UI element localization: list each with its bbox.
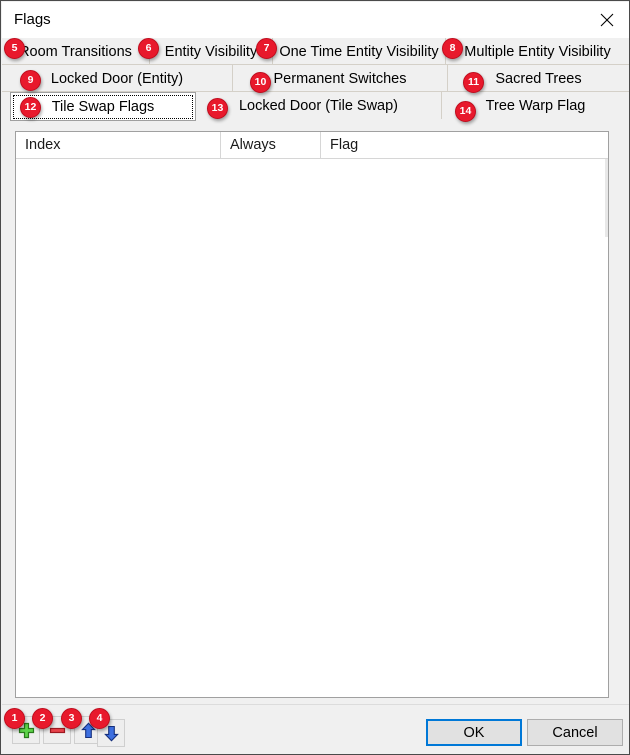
tab-entity-visibility[interactable]: Entity Visibility [150, 38, 273, 65]
tab-label: Tree Warp Flag [485, 97, 586, 114]
tab-label: Room Transitions [19, 43, 132, 60]
annotation-badge-12: 12 [20, 97, 41, 118]
title-bar: Flags [2, 2, 629, 38]
tab-label: Locked Door (Entity) [50, 70, 184, 87]
ok-button[interactable]: OK [426, 719, 522, 746]
tab-label: Permanent Switches [273, 70, 407, 87]
annotation-badge-3: 3 [61, 708, 82, 729]
annotation-badge-14: 14 [455, 101, 476, 122]
flags-list-view[interactable]: Index Always Flag [15, 131, 609, 698]
tab-label: Locked Door (Tile Swap) [238, 97, 399, 114]
tab-label: Sacred Trees [495, 70, 582, 87]
column-header-always[interactable]: Always [220, 132, 320, 158]
column-header-flag[interactable]: Flag [320, 132, 608, 158]
tab-multiple-entity-visibility[interactable]: Multiple Entity Visibility [446, 38, 629, 65]
annotation-badge-10: 10 [250, 72, 271, 93]
annotation-badge-5: 5 [4, 38, 25, 59]
tab-label: One Time Entity Visibility [279, 43, 439, 60]
list-header: Index Always Flag [16, 132, 608, 159]
tab-label: Multiple Entity Visibility [464, 43, 611, 60]
flags-dialog: Flags Room Transitions Entity Visibility O… [0, 0, 630, 755]
window-title: Flags [14, 11, 51, 28]
annotation-badge-13: 13 [207, 98, 228, 119]
tab-row-2: Locked Door (Entity) Permanent Switches Sa… [2, 65, 629, 92]
annotation-badge-1: 1 [4, 708, 25, 729]
annotation-badge-4: 4 [89, 708, 110, 729]
tab-label: Tile Swap Flags [51, 98, 155, 115]
tab-one-time-entity-visibility[interactable]: One Time Entity Visibility [273, 38, 446, 65]
annotation-badge-7: 7 [256, 38, 277, 59]
cancel-button[interactable]: Cancel [527, 719, 623, 746]
close-glyph [600, 13, 614, 27]
list-scrollbar[interactable] [605, 159, 608, 237]
close-icon[interactable] [584, 2, 629, 38]
tab-row-3: Tile Swap Flags Locked Door (Tile Swap) Tr… [2, 92, 629, 121]
column-header-index[interactable]: Index [16, 132, 220, 158]
annotation-badge-6: 6 [138, 38, 159, 59]
annotation-badge-2: 2 [32, 708, 53, 729]
list-body[interactable] [16, 159, 608, 697]
tab-locked-door-tile-swap[interactable]: Locked Door (Tile Swap) [196, 92, 442, 119]
tab-row-1: Room Transitions Entity Visibility One Tim… [2, 38, 629, 65]
tab-label: Entity Visibility [164, 43, 258, 60]
tab-strip: Room Transitions Entity Visibility One Tim… [2, 38, 629, 121]
annotation-badge-8: 8 [442, 38, 463, 59]
annotation-badge-11: 11 [463, 72, 484, 93]
annotation-badge-9: 9 [20, 70, 41, 91]
